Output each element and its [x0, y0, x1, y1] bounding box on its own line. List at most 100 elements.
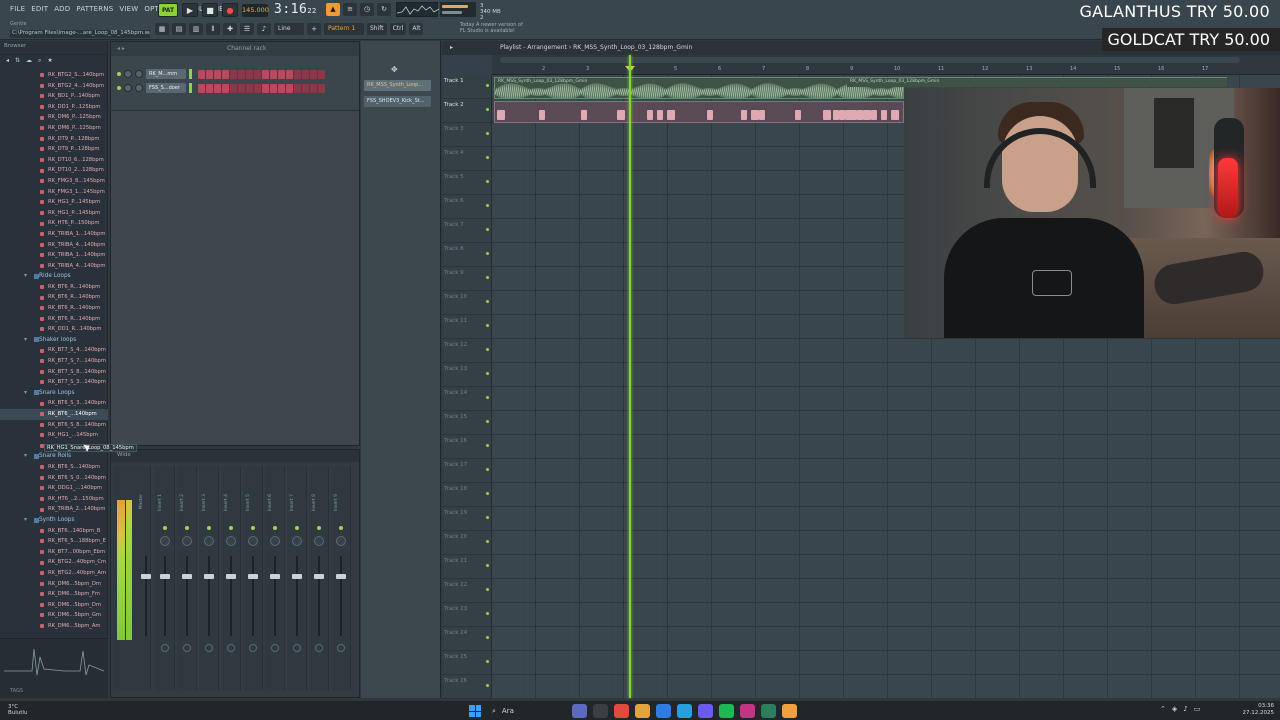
step-sequencer[interactable]: [198, 69, 325, 79]
insert-send-knob[interactable]: [249, 644, 257, 652]
edge-icon[interactable]: [656, 704, 671, 718]
track-mute-led[interactable]: [486, 588, 489, 591]
browser-file[interactable]: RK_DM6...5bpm_Dm: [0, 579, 108, 590]
insert-fader[interactable]: [164, 556, 166, 636]
browser-cloud-icon[interactable]: ☁: [26, 57, 32, 65]
tray-chevron-icon[interactable]: ⌃: [1160, 705, 1166, 713]
channel-name[interactable]: RK_M...mm: [146, 69, 186, 79]
insert-send-knob[interactable]: [337, 644, 345, 652]
browser-file[interactable]: RK_BTG2_S...140bpm: [0, 70, 108, 81]
insert-send-knob[interactable]: [315, 644, 323, 652]
track-mute-led[interactable]: [486, 276, 489, 279]
track-header[interactable]: Track 24: [442, 627, 492, 651]
track-header[interactable]: Track 20: [442, 531, 492, 555]
mixer-insert-strip[interactable]: Insert 6: [265, 466, 285, 691]
timeline-ruler[interactable]: 2 3 4 5 6 7 8 9 10 11 12 13 14 15 16 17: [492, 55, 1280, 75]
track-mute-led[interactable]: [486, 420, 489, 423]
windows-start-icon[interactable]: [469, 705, 481, 717]
channel-pan-knob[interactable]: [124, 70, 132, 78]
insert-enable-led[interactable]: [339, 526, 343, 530]
track-header[interactable]: Track 10: [442, 291, 492, 315]
browser-file[interactable]: RK_BTG2_4...140bpm: [0, 81, 108, 92]
track-header[interactable]: Track 8: [442, 243, 492, 267]
browser-search-icon[interactable]: ⌕: [38, 57, 41, 65]
browser-file[interactable]: RK_BT7_S_4...140bpm: [0, 345, 108, 356]
track-header[interactable]: Track 21: [442, 555, 492, 579]
track-mute-led[interactable]: [486, 684, 489, 687]
browser-folder[interactable]: Ride Loops: [0, 271, 108, 282]
track-mute-led[interactable]: [486, 492, 489, 495]
browser-file[interactable]: RK_BT6_R...140bpm: [0, 292, 108, 303]
insert-pan-knob[interactable]: [204, 536, 214, 546]
browser-file[interactable]: RK_BTG2...40bpm_Am: [0, 568, 108, 579]
track-mute-led[interactable]: [486, 348, 489, 351]
track-header[interactable]: Track 6: [442, 195, 492, 219]
insert-enable-led[interactable]: [273, 526, 277, 530]
insert-fader[interactable]: [318, 556, 320, 636]
play-button[interactable]: ▶: [182, 3, 198, 17]
insert-send-knob[interactable]: [205, 644, 213, 652]
track-header[interactable]: Track 1: [442, 75, 492, 99]
browser-file[interactable]: RK_HG1_P...145bpm: [0, 208, 108, 219]
browser-file[interactable]: RK_BTG2...40bpm_Cm: [0, 557, 108, 568]
tray-volume-icon[interactable]: ♪: [1183, 705, 1187, 713]
track-header[interactable]: Track 9: [442, 267, 492, 291]
browser-folder[interactable]: Synth Loops: [0, 515, 108, 526]
key-ctrl[interactable]: Ctrl: [389, 23, 407, 35]
track-mute-led[interactable]: [486, 108, 489, 111]
step-sequencer[interactable]: [198, 83, 325, 93]
track-mute-led[interactable]: [486, 612, 489, 615]
spotify-icon[interactable]: [719, 704, 734, 718]
insert-fader[interactable]: [252, 556, 254, 636]
menu-file[interactable]: FILE: [10, 5, 25, 13]
browser-file[interactable]: RK_DT10_2...128bpm: [0, 165, 108, 176]
track-mute-led[interactable]: [486, 204, 489, 207]
taskbar-clock[interactable]: 03:36 27.12.2025: [1243, 703, 1275, 717]
browser-star-icon[interactable]: ★: [47, 57, 52, 65]
insert-enable-led[interactable]: [185, 526, 189, 530]
menu-view[interactable]: VIEW: [119, 5, 138, 13]
browser-file[interactable]: RK_BT7...00bpm_Ebm: [0, 547, 108, 558]
browser-file[interactable]: RK_DM6_P...125bpm: [0, 112, 108, 123]
track-header[interactable]: Track 5: [442, 171, 492, 195]
menu-edit[interactable]: EDIT: [31, 5, 48, 13]
insert-fader[interactable]: [274, 556, 276, 636]
browser-file[interactable]: RK_DM6...5bpm_Fm: [0, 589, 108, 600]
browser-folder[interactable]: Shaker loops: [0, 335, 108, 346]
browser-file[interactable]: RK_BT6_R...140bpm: [0, 282, 108, 293]
pattern-clip[interactable]: [494, 101, 904, 123]
loop-record-icon[interactable]: ↻: [377, 3, 391, 16]
browser-file[interactable]: RK_BT6_S_3...140bpm: [0, 398, 108, 409]
insert-fader[interactable]: [208, 556, 210, 636]
track-header[interactable]: Track 15: [442, 411, 492, 435]
browser-file[interactable]: RK_DT9_P...128bpm: [0, 134, 108, 145]
timeline-scrollbar[interactable]: [500, 57, 1240, 63]
telegram-icon[interactable]: [677, 704, 692, 718]
track-header[interactable]: Track 11: [442, 315, 492, 339]
picker-move-icon[interactable]: ✥: [391, 65, 398, 74]
insert-fader[interactable]: [340, 556, 342, 636]
track-header[interactable]: Track 3: [442, 123, 492, 147]
rack-options-icon[interactable]: ◂ ▸: [117, 45, 125, 52]
mixer-insert-strip[interactable]: Insert 9: [331, 466, 351, 691]
weather-widget[interactable]: 3°C Bulutlu: [8, 704, 27, 716]
mixer-master-strip[interactable]: Master: [113, 466, 151, 691]
browser-file[interactable]: RK_DM6...5bpm_Am: [0, 621, 108, 632]
track-header[interactable]: Track 13: [442, 363, 492, 387]
channel-select[interactable]: [189, 69, 192, 79]
insert-fader-cap[interactable]: [182, 574, 192, 579]
track-mute-led[interactable]: [486, 468, 489, 471]
mixer-insert-strip[interactable]: Insert 2: [177, 466, 197, 691]
insert-fader[interactable]: [296, 556, 298, 636]
instagram-icon[interactable]: [740, 704, 755, 718]
channel-select[interactable]: [189, 83, 192, 93]
mixer-insert-strip[interactable]: Insert 4: [221, 466, 241, 691]
tempo-display[interactable]: 145.000: [242, 3, 269, 17]
track-mute-led[interactable]: [486, 180, 489, 183]
track-mute-led[interactable]: [486, 516, 489, 519]
key-alt[interactable]: Alt: [409, 23, 424, 35]
browser-file[interactable]: RK_BT6_...140bpm: [0, 409, 108, 420]
insert-pan-knob[interactable]: [292, 536, 302, 546]
audio-clip[interactable]: RK_MSS_Synth_Loop_03_128bpm_Gmin: [494, 77, 904, 99]
browser-file[interactable]: RK_BT6_R...140bpm: [0, 314, 108, 325]
